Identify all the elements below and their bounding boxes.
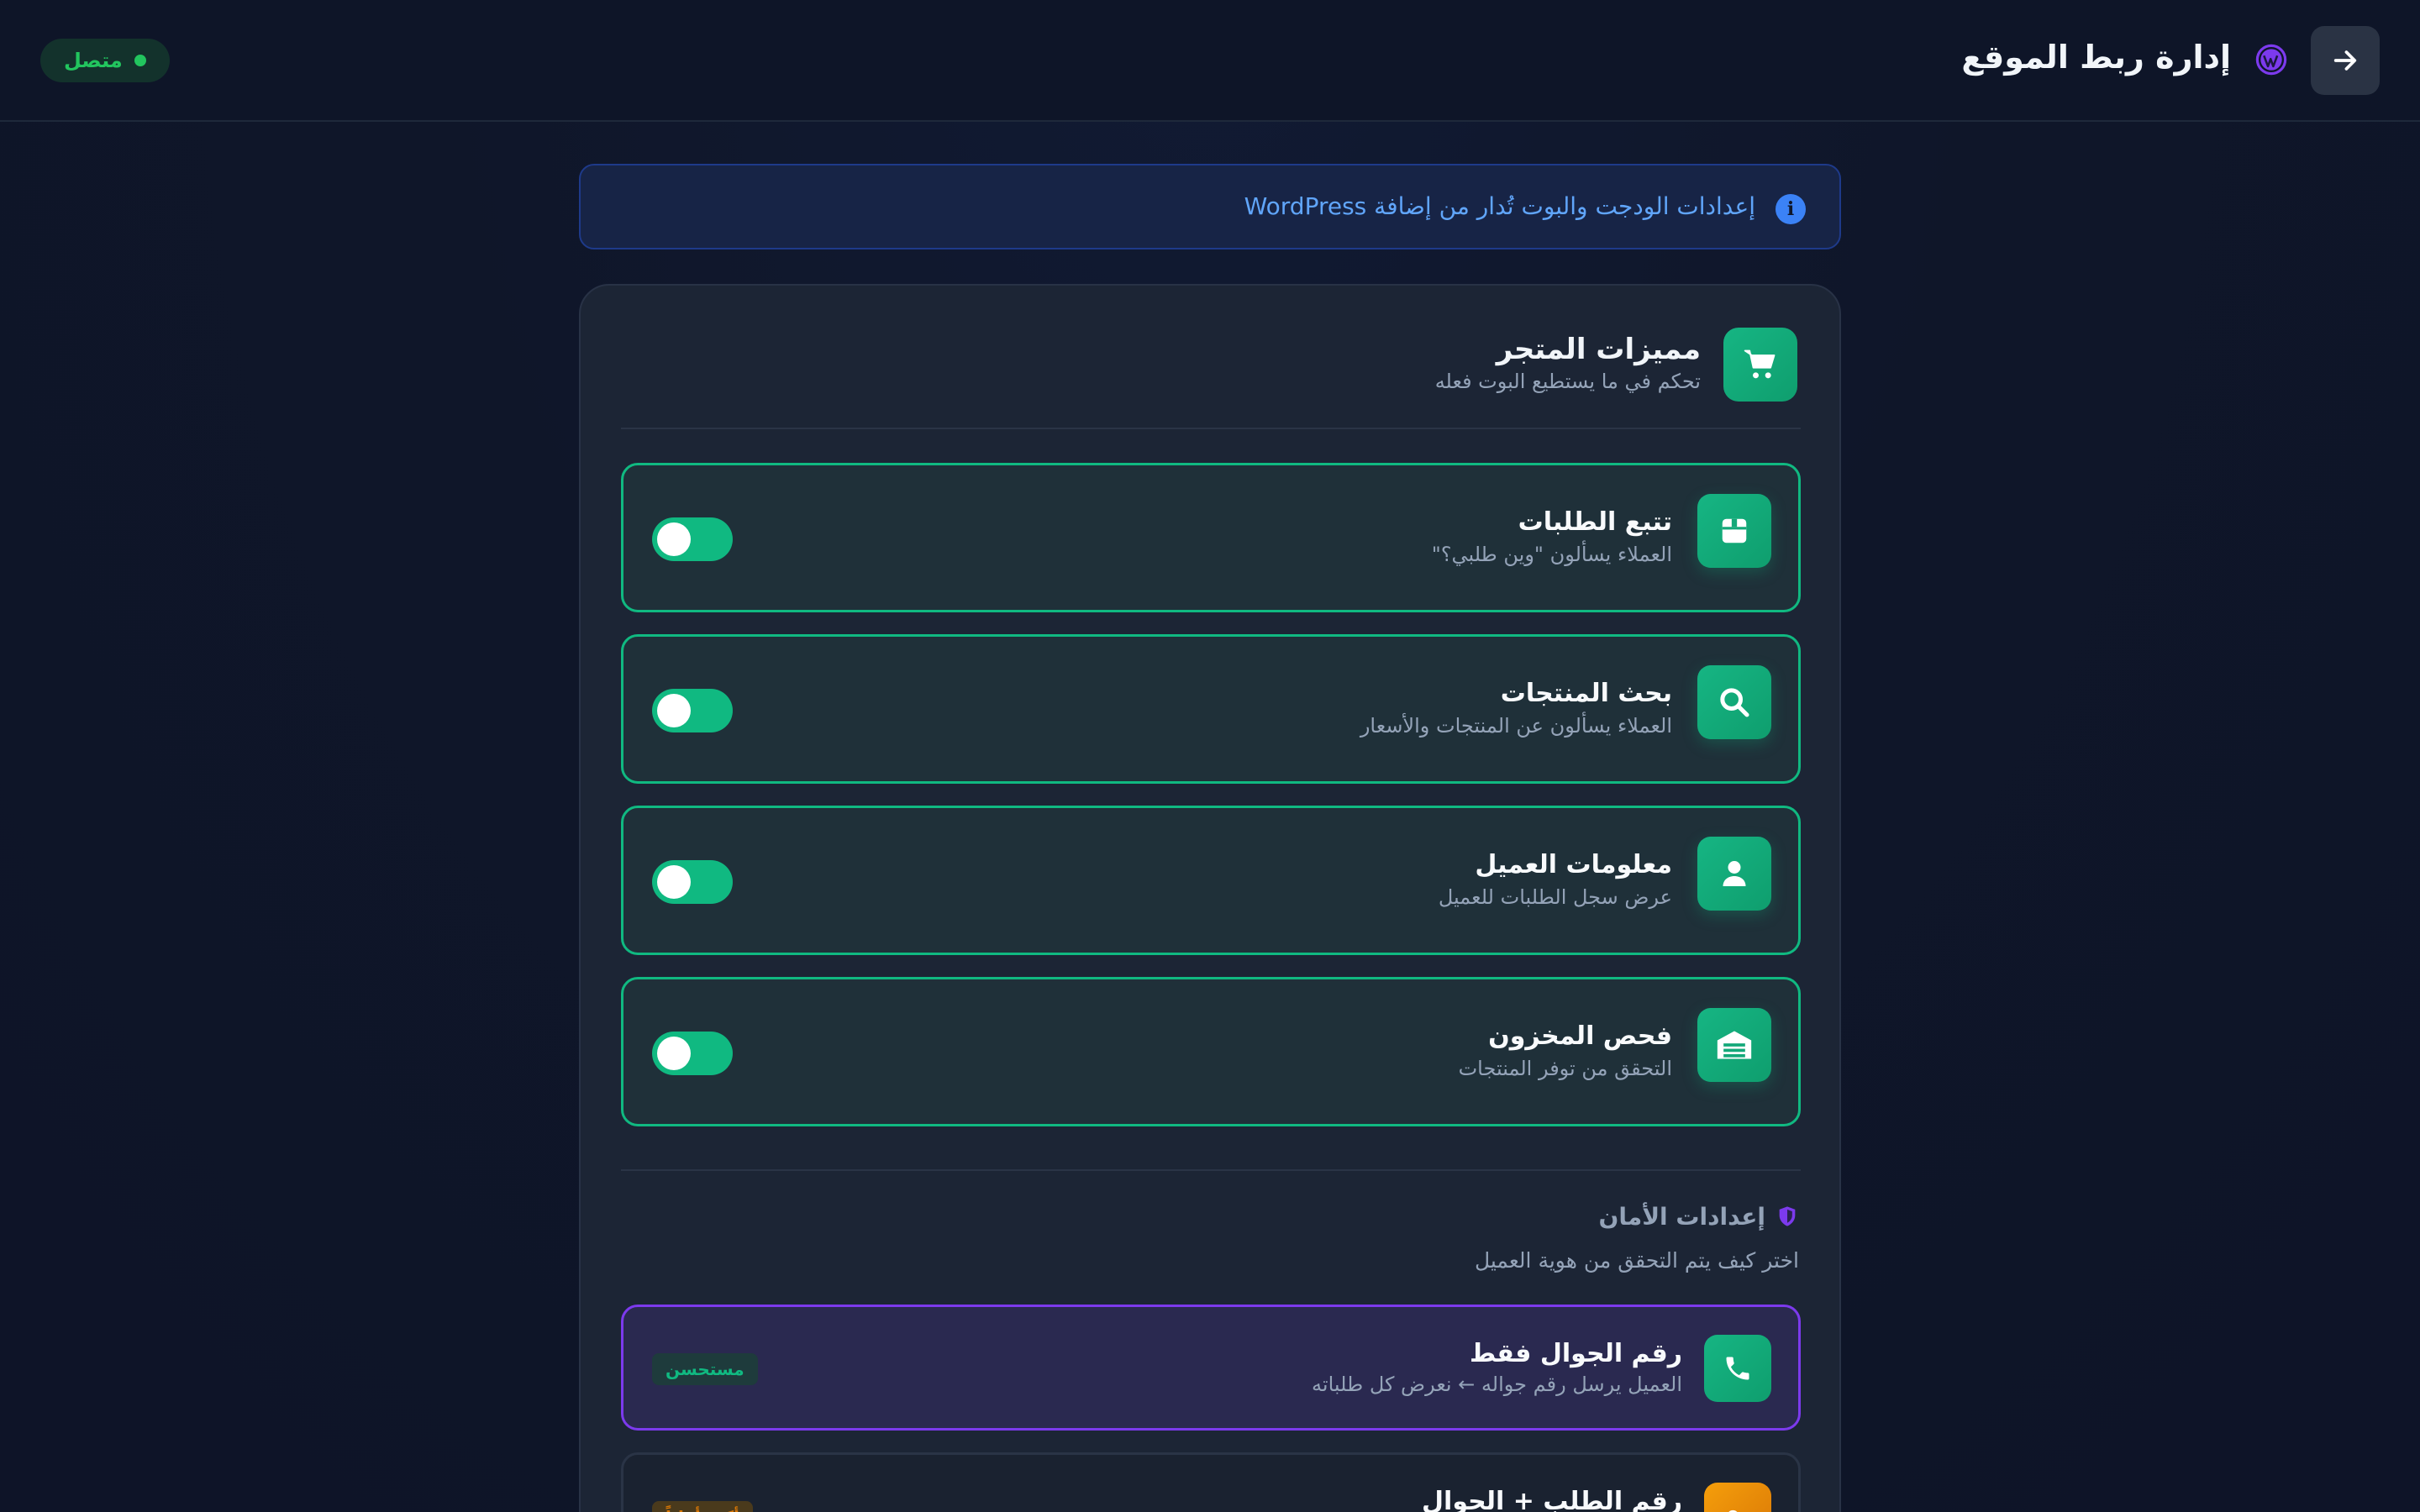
info-banner: i إعدادات الودجت والبوت تُدار من إضافة W… xyxy=(579,164,1841,249)
feature-description: عرض سجل الطلبات للعميل xyxy=(1438,885,1672,909)
divider xyxy=(621,1169,1801,1171)
wordpress-icon xyxy=(2255,44,2287,76)
customer-info-toggle[interactable] xyxy=(652,860,733,904)
security-option-phone-only[interactable]: رقم الجوال فقط العميل يرسل رقم جواله ← ن… xyxy=(621,1305,1801,1431)
feature-order-tracking: تتبع الطلبات العملاء يسألون "وين طلبي؟" xyxy=(621,463,1801,612)
store-features-title: مميزات المتجر xyxy=(1496,333,1701,366)
shield-icon xyxy=(1779,1206,1796,1226)
divider xyxy=(621,428,1801,429)
recommended-badge: مستحسن xyxy=(652,1353,758,1385)
toggle-knob xyxy=(657,865,691,899)
arrow-right-icon xyxy=(2333,50,2357,71)
feature-description: العملاء يسألون عن المنتجات والأسعار xyxy=(1360,714,1672,738)
store-features-subtitle: تحكم في ما يستطيع البوت فعله xyxy=(1434,370,1701,393)
user-icon xyxy=(1697,837,1771,911)
store-features-card: مميزات المتجر تحكم في ما يستطيع البوت فع… xyxy=(579,284,1841,1512)
key-icon xyxy=(1704,1483,1771,1512)
info-banner-text: إعدادات الودجت والبوت تُدار من إضافة Wor… xyxy=(1244,192,1755,220)
feature-product-search: بحث المنتجات العملاء يسألون عن المنتجات … xyxy=(621,634,1801,784)
search-icon xyxy=(1697,665,1771,739)
security-subtitle: اختر كيف يتم التحقق من هوية العميل xyxy=(1474,1248,1799,1273)
order-tracking-toggle[interactable] xyxy=(652,517,733,561)
phone-icon xyxy=(1704,1335,1771,1402)
option-description: العميل يرسل رقم جواله ← نعرض كل طلباته xyxy=(1312,1373,1682,1396)
feature-description: العملاء يسألون "وين طلبي؟" xyxy=(1431,543,1672,566)
warehouse-icon xyxy=(1697,1008,1771,1082)
box-icon xyxy=(1697,494,1771,568)
feature-title: معلومات العميل xyxy=(1475,850,1672,879)
status-dot-icon xyxy=(134,55,146,66)
feature-title: فحص المخزون xyxy=(1488,1021,1672,1051)
option-title: رقم الجوال فقط xyxy=(1470,1339,1682,1368)
feature-title: بحث المنتجات xyxy=(1500,679,1672,708)
feature-title: تتبع الطلبات xyxy=(1518,507,1672,537)
security-title: إعدادات الأمان xyxy=(1598,1202,1765,1231)
toggle-knob xyxy=(657,522,691,556)
top-header: إدارة ربط الموقع متصل xyxy=(0,0,2420,122)
option-title: رقم الطلب + الجوال xyxy=(1422,1487,1682,1512)
page-title: إدارة ربط الموقع xyxy=(1961,39,2231,76)
feature-inventory-check: فحص المخزون التحقق من توفر المنتجات xyxy=(621,977,1801,1126)
feature-description: التحقق من توفر المنتجات xyxy=(1458,1057,1672,1080)
toggle-knob xyxy=(657,694,691,727)
security-option-order-and-phone[interactable]: رقم الطلب + الجوال أكثر أماناً xyxy=(621,1452,1801,1512)
info-icon: i xyxy=(1776,194,1806,224)
more-secure-badge: أكثر أماناً xyxy=(652,1501,753,1512)
security-section-header: إعدادات الأمان xyxy=(1598,1201,1799,1231)
product-search-toggle[interactable] xyxy=(652,689,733,732)
back-button[interactable] xyxy=(2311,26,2380,95)
feature-customer-info: معلومات العميل عرض سجل الطلبات للعميل xyxy=(621,806,1801,955)
inventory-check-toggle[interactable] xyxy=(652,1032,733,1075)
cart-icon xyxy=(1723,328,1797,402)
status-label: متصل xyxy=(64,49,123,72)
connection-status-badge: متصل xyxy=(40,39,170,82)
toggle-knob xyxy=(657,1037,691,1070)
